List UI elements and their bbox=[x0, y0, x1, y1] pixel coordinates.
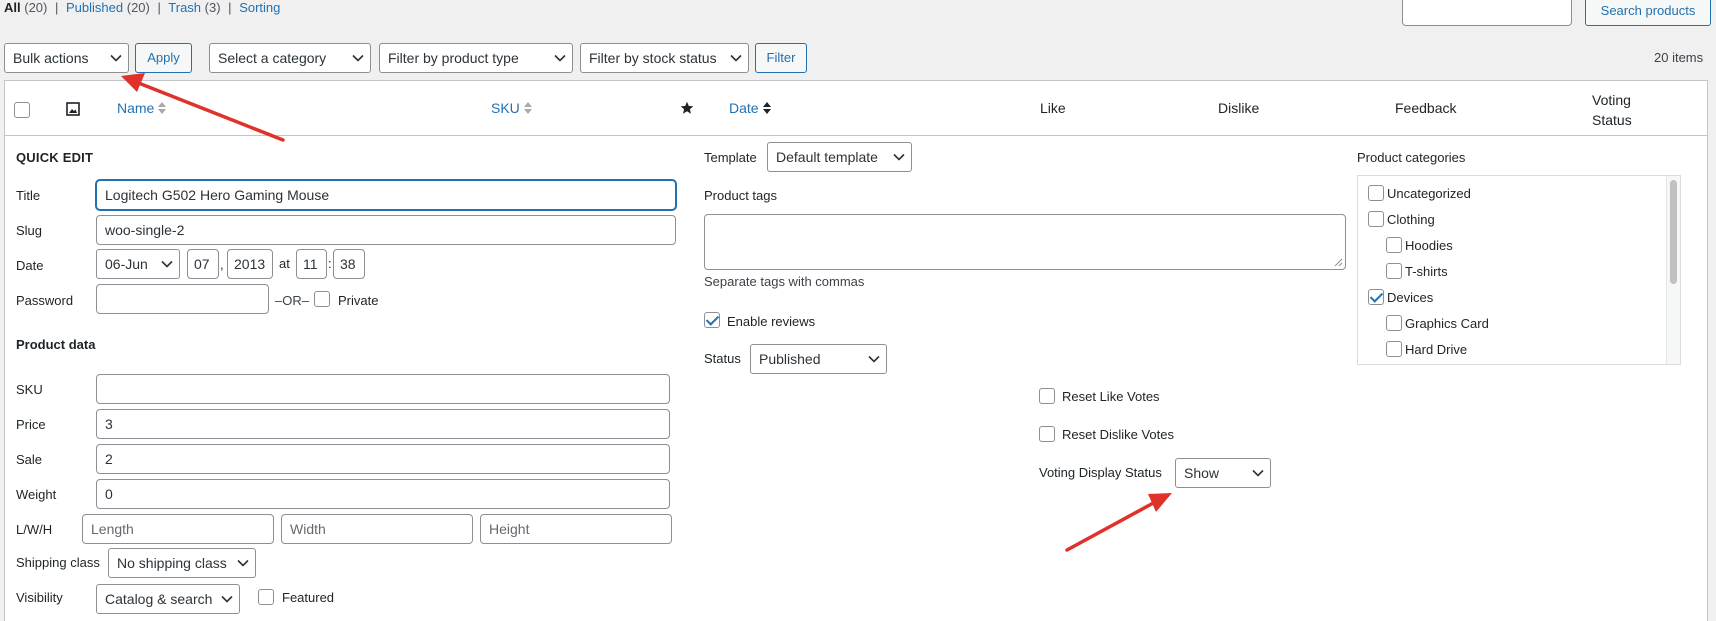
arrow-bulk-actions bbox=[121, 73, 285, 142]
annotation-arrows bbox=[121, 73, 1172, 552]
arrow-voting-display bbox=[1065, 493, 1172, 552]
